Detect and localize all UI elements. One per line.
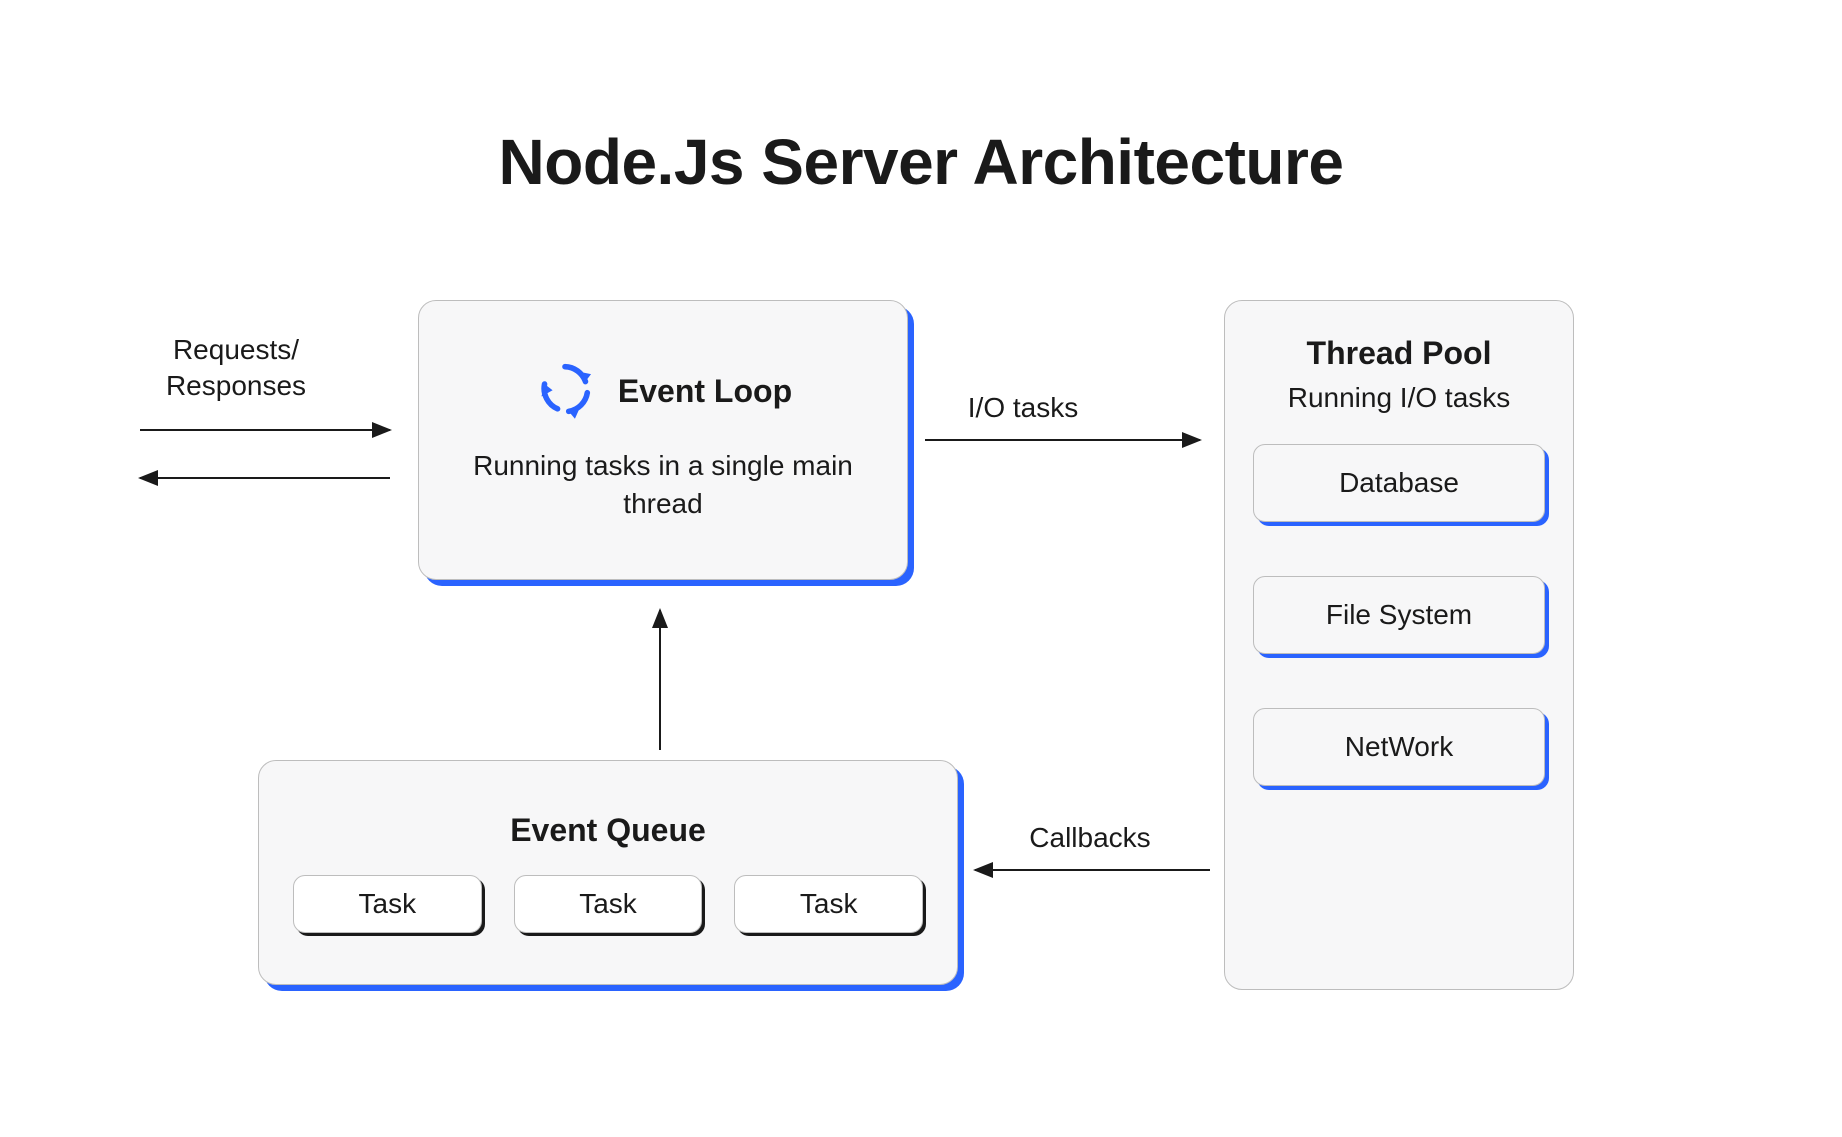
- event-queue-box: Event Queue Task Task Task: [258, 760, 958, 985]
- thread-pool-heading: Thread Pool: [1307, 335, 1492, 372]
- event-loop-description: Running tasks in a single main thread: [447, 447, 879, 523]
- diagram-title: Node.Js Server Architecture: [0, 125, 1842, 199]
- event-loop-header: Event Loop: [534, 358, 792, 425]
- thread-pool-subtitle: Running I/O tasks: [1288, 382, 1511, 414]
- event-loop-box: Event Loop Running tasks in a single mai…: [418, 300, 908, 580]
- pool-item-database: Database: [1253, 444, 1545, 522]
- thread-pool-items: Database File System NetWork: [1253, 444, 1545, 786]
- task-item: Task: [734, 875, 923, 933]
- label-requests-responses: Requests/Responses: [146, 332, 326, 405]
- event-queue-heading: Event Queue: [510, 812, 706, 849]
- pool-item-network: NetWork: [1253, 708, 1545, 786]
- label-callbacks: Callbacks: [1000, 820, 1180, 856]
- task-item: Task: [514, 875, 703, 933]
- pool-item-filesystem: File System: [1253, 576, 1545, 654]
- label-io-tasks: I/O tasks: [938, 390, 1108, 426]
- cycle-icon: [534, 358, 596, 425]
- thread-pool-box: Thread Pool Running I/O tasks Database F…: [1224, 300, 1574, 990]
- event-loop-heading: Event Loop: [618, 373, 792, 410]
- task-item: Task: [293, 875, 482, 933]
- event-queue-tasks: Task Task Task: [293, 875, 923, 933]
